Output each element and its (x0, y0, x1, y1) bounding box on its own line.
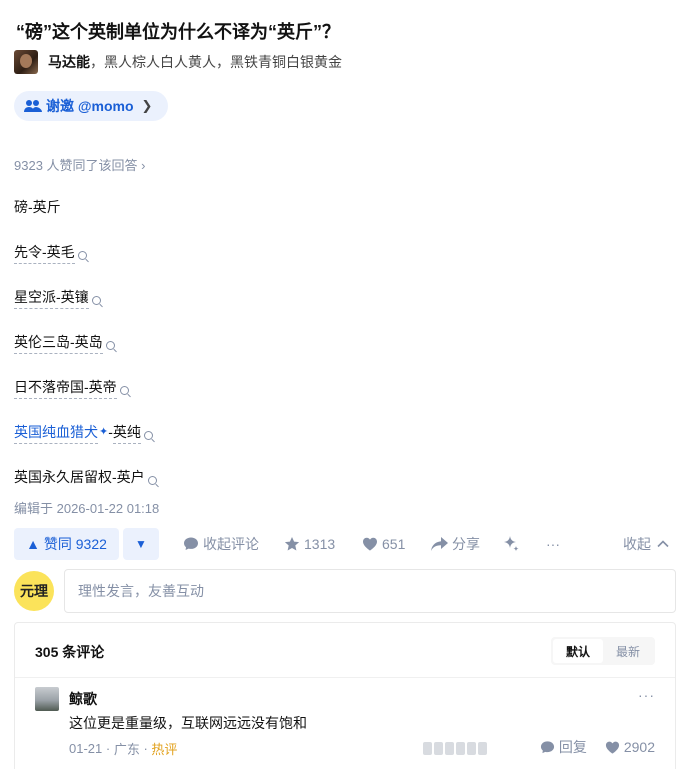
heart-icon (363, 537, 377, 551)
redacted-block (423, 741, 432, 755)
favorite-count: 1313 (304, 536, 336, 552)
current-user-avatar[interactable]: 元理 (14, 571, 54, 611)
share-button[interactable]: 分享 (430, 528, 480, 560)
comment-actions: 回复 2902 (522, 737, 655, 757)
answer-line[interactable]: 英伦三岛-英岛 (14, 331, 115, 354)
comment-meta: 01-21 · 广东 · 热评 (69, 739, 177, 758)
redacted-block (478, 741, 487, 755)
meta-separator: · (139, 741, 152, 756)
comment-toggle-button[interactable]: 收起评论 (183, 528, 259, 560)
answer-line[interactable]: 英国纯血猎犬 ✦ - 英纯 (14, 421, 153, 444)
comment-date: 01-21 (69, 741, 103, 756)
commenter-avatar[interactable] (35, 687, 59, 711)
comment-like-count: 2902 (623, 739, 655, 755)
search-link[interactable]: 星空派-英镶 (14, 286, 89, 309)
share-icon (431, 537, 448, 551)
reply-label: 回复 (558, 739, 587, 755)
search-icon[interactable] (91, 295, 101, 305)
search-link[interactable]: 先令-英毛 (14, 241, 75, 264)
comments-count: 305 条评论 (35, 644, 105, 660)
more-button[interactable]: ··· (546, 528, 560, 560)
action-bar: ▲ 赞同 9322 ▼ 收起评论 1313 651 分享 ··· 收起 (14, 528, 674, 560)
comment-toggle-label: 收起评论 (203, 536, 259, 552)
chevron-up-icon (657, 540, 669, 548)
redacted-block (445, 741, 454, 755)
meta-separator: · (102, 741, 114, 756)
author-avatar[interactable] (14, 50, 38, 74)
favorite-button[interactable]: 1313 (284, 528, 335, 560)
search-icon[interactable] (77, 250, 87, 260)
chevron-right-icon: ❯ (141, 98, 153, 113)
search-link[interactable]: 英伦三岛-英岛 (14, 331, 103, 354)
comment-like-button[interactable]: 2902 (605, 739, 655, 755)
collapse-button[interactable]: 收起 (623, 528, 670, 560)
sparkle-icon: ✦ (99, 426, 109, 438)
comment-text: 这位更是重量级，互联网远远没有饱和 (69, 715, 307, 731)
question-title[interactable]: “磅”这个英制单位为什么不译为“英斤”？ (16, 18, 340, 44)
keyword-link[interactable]: 英国纯血猎犬 (14, 421, 98, 444)
answer-line[interactable]: 星空派-英镶 (14, 286, 101, 309)
author-row: 马达能 ，黑人棕人白人黄人，黑铁青铜白银黄金 (14, 50, 342, 74)
downvote-button[interactable]: ▼ (123, 528, 159, 560)
comment-icon (184, 537, 198, 550)
sparkle-icon (504, 536, 519, 552)
answer-line-text: 磅-英斤 (14, 199, 61, 215)
ai-sparkle-button[interactable] (502, 528, 524, 560)
commenter-name[interactable]: 鲸歌 (69, 689, 97, 709)
author-name[interactable]: 马达能 (48, 52, 90, 72)
search-icon[interactable] (105, 340, 115, 350)
redacted-block (456, 741, 465, 755)
upvote-summary-link[interactable]: 9323 人赞同了该回答 › (14, 155, 145, 174)
search-icon[interactable] (143, 430, 153, 440)
answer-line[interactable]: 英国永久居留权-英户 (14, 466, 157, 488)
star-icon (284, 537, 300, 551)
divider (15, 677, 675, 678)
redacted-block (467, 741, 476, 755)
search-icon[interactable] (147, 475, 157, 485)
answer-line-text: 英国永久居留权-英户 (14, 469, 145, 485)
share-label: 分享 (452, 536, 480, 552)
reply-button[interactable]: 回复 (540, 737, 587, 757)
people-icon (24, 100, 42, 112)
sort-switch: 默认 最新 (551, 637, 655, 665)
author-bio: ，黑人棕人白人黄人，黑铁青铜白银黄金 (90, 54, 342, 70)
search-link[interactable]: 日不落帝国-英帝 (14, 376, 117, 399)
sort-latest-tab[interactable]: 最新 (603, 639, 653, 663)
comments-panel: 305 条评论 默认 最新 鲸歌 ··· 这位更是重量级，互联网远远没有饱和 0… (14, 622, 676, 769)
answer-line[interactable]: 先令-英毛 (14, 241, 87, 264)
invite-label: 谢邀 @momo (46, 98, 134, 114)
like-button[interactable]: 651 (362, 528, 405, 560)
upvote-button[interactable]: ▲ 赞同 9322 (14, 528, 119, 560)
invite-button[interactable]: 谢邀 @momo ❯ (14, 91, 168, 121)
search-icon[interactable] (119, 385, 129, 395)
comment-location: 广东 (113, 742, 140, 757)
answer-line[interactable]: 日不落帝国-英帝 (14, 376, 129, 399)
comment-icon (540, 740, 554, 753)
heart-icon (605, 741, 619, 754)
sort-default-tab[interactable]: 默认 (553, 639, 603, 663)
like-count: 651 (382, 536, 406, 552)
comment-input[interactable]: 理性发言，友善互动 (64, 569, 676, 613)
edit-time: 编辑于 2026-01-22 01:18 (14, 501, 160, 516)
reply-area: 元理 理性发言，友善互动 (14, 569, 676, 613)
hot-comment-badge: 热评 (151, 742, 178, 757)
answer-line: 磅-英斤 (14, 196, 61, 218)
redacted-block (434, 741, 443, 755)
collapse-label: 收起 (623, 536, 651, 552)
comment-more-button[interactable]: ··· (638, 687, 655, 703)
redacted-text (423, 739, 493, 757)
search-link[interactable]: 英纯 (112, 421, 141, 444)
